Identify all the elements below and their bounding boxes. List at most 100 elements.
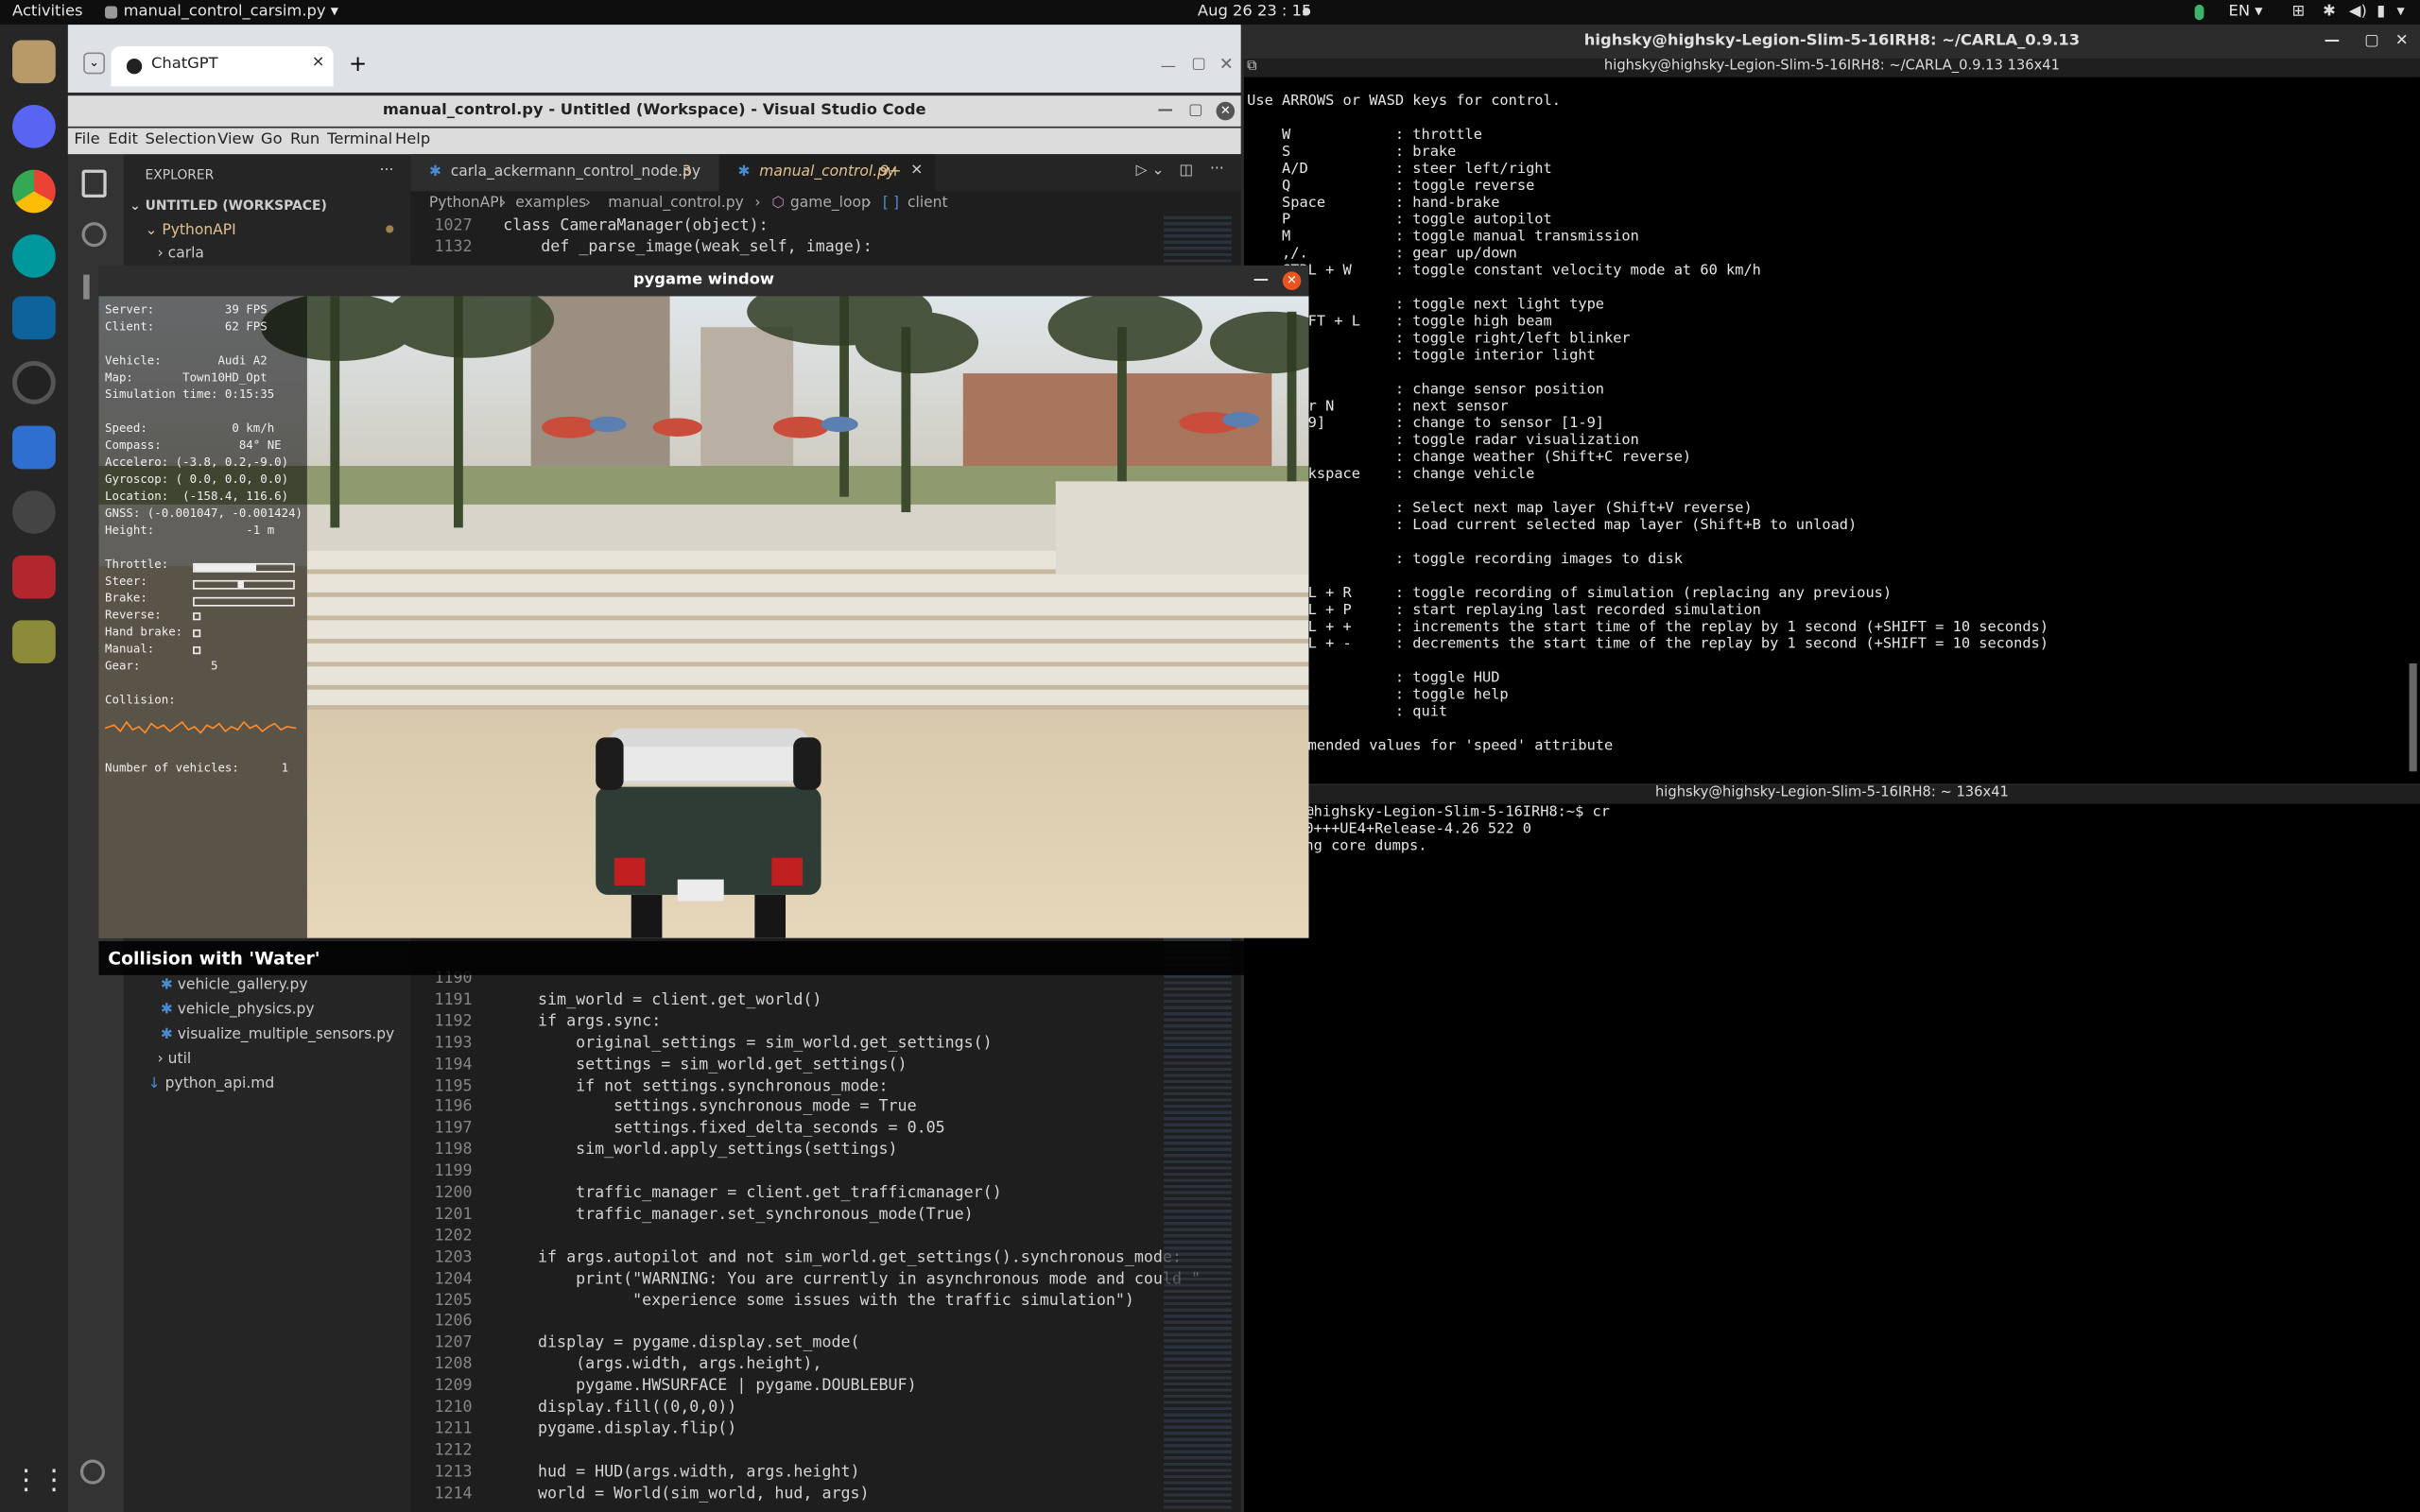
steer-marker bbox=[237, 581, 244, 589]
more-actions-icon[interactable]: ··· bbox=[1210, 161, 1224, 178]
camera-icon[interactable] bbox=[12, 361, 56, 404]
run-icon[interactable]: ▷ ⌄ bbox=[1136, 162, 1165, 179]
tab-label: carla_ackermann_control_node.py bbox=[450, 163, 701, 181]
maximize-icon[interactable]: ▢ bbox=[1191, 56, 1205, 73]
terminal-line: V/B : Select next map layer (Shift+V rev… bbox=[1247, 499, 1753, 517]
menu-selection[interactable]: Selection bbox=[145, 131, 216, 148]
file-label: vehicle_physics.py bbox=[177, 1001, 315, 1019]
line-number: 1027 bbox=[434, 217, 473, 235]
files-icon[interactable] bbox=[12, 40, 56, 84]
split-editor-icon[interactable]: ◫ bbox=[1179, 162, 1193, 179]
line-number: 1198 bbox=[434, 1142, 473, 1160]
menu-terminal[interactable]: Terminal bbox=[327, 131, 392, 148]
window-title: manual_control.py - Untitled (Workspace)… bbox=[382, 101, 926, 119]
close-icon[interactable]: ✕ bbox=[1216, 101, 1236, 121]
breadcrumb-item[interactable]: PythonAPI bbox=[429, 195, 503, 212]
language-menu[interactable]: EN ▾ bbox=[2229, 3, 2263, 20]
discord-icon[interactable] bbox=[12, 105, 56, 148]
search-icon[interactable] bbox=[81, 222, 107, 248]
minimize-icon[interactable]: — bbox=[1161, 59, 1176, 76]
explorer-icon[interactable] bbox=[81, 169, 107, 198]
show-apps-icon[interactable]: ⋮⋮ bbox=[12, 1459, 68, 1503]
code-line: if args.sync: bbox=[499, 1013, 662, 1031]
system-menu-icon[interactable]: ▾ bbox=[2397, 3, 2405, 20]
app-menu[interactable]: manual_control_carsim.py ▾ bbox=[124, 3, 338, 20]
code-lines[interactable]: 1190 1191 sim_world = client.get_world() 1… bbox=[410, 971, 1201, 1512]
terminal-pane-1-title: ⧉ highsky@highsky-Legion-Slim-5-16IRH8: … bbox=[1243, 59, 2420, 77]
folder-label: util bbox=[167, 1050, 192, 1068]
network-icon[interactable]: ⊞ bbox=[2291, 3, 2305, 20]
menu-help[interactable]: Help bbox=[395, 131, 430, 148]
vscode-icon[interactable] bbox=[12, 296, 56, 340]
terminal-line: A/D : steer left/right bbox=[1247, 160, 1552, 178]
hud-vehicle-count: Number of vehicles: 1 bbox=[105, 760, 289, 775]
breadcrumb-item[interactable]: client bbox=[908, 195, 948, 212]
minimize-icon[interactable]: — bbox=[1157, 95, 1172, 127]
workspace-header[interactable]: ⌄ UNTITLED (WORKSPACE) bbox=[130, 199, 327, 215]
close-icon[interactable]: ✕ bbox=[2395, 25, 2409, 59]
arduino-icon[interactable] bbox=[12, 234, 56, 278]
tree-readme[interactable]: ↓ python_api.md bbox=[148, 1075, 274, 1092]
breadcrumb-item[interactable]: game_loop bbox=[790, 195, 871, 212]
menu-edit[interactable]: Edit bbox=[108, 131, 138, 148]
tree-util[interactable]: › util bbox=[158, 1051, 192, 1068]
python-file-icon: ✱ bbox=[160, 1001, 178, 1019]
code-line: pygame.HWSURFACE | pygame.DOUBLEBUF) bbox=[499, 1378, 917, 1396]
python-app-icon[interactable] bbox=[12, 620, 56, 664]
text-editor-icon[interactable] bbox=[12, 425, 56, 470]
minimize-icon[interactable]: — bbox=[2325, 25, 2340, 59]
more-actions-icon[interactable]: ··· bbox=[380, 162, 394, 179]
tree-file[interactable]: ✱ vehicle_gallery.py bbox=[161, 976, 308, 993]
tree-pythonapi[interactable]: ⌄ PythonAPI bbox=[145, 222, 235, 239]
tree-file[interactable]: ✱ visualize_multiple_sensors.py bbox=[161, 1026, 394, 1043]
code-line: settings.fixed_delta_seconds = 0.05 bbox=[499, 1120, 945, 1138]
breadcrumb-item[interactable]: examples bbox=[515, 195, 586, 212]
close-icon[interactable]: ✕ bbox=[1219, 54, 1234, 74]
screenshot-icon[interactable] bbox=[12, 490, 56, 534]
tab-search-icon[interactable]: ⌄ bbox=[83, 52, 106, 75]
chatgpt-icon bbox=[126, 59, 143, 75]
dock: ⋮⋮ bbox=[0, 25, 68, 1512]
scrollbar[interactable] bbox=[2409, 663, 2417, 772]
minimize-icon[interactable]: — bbox=[1253, 266, 1269, 297]
breadcrumb-item[interactable]: manual_control.py bbox=[608, 195, 744, 212]
maximize-icon[interactable]: ▢ bbox=[2364, 25, 2378, 59]
close-icon[interactable]: ✕ bbox=[1282, 271, 1302, 290]
terminal-pane-2[interactable]: highsky@highsky-Legion-Slim-5-16IRH8:~$ … bbox=[1243, 803, 2420, 1512]
hud-collision-label: Collision: bbox=[105, 693, 176, 707]
tab-carla-ackermann[interactable]: ✱ carla_ackermann_control_node.py 3 bbox=[410, 154, 719, 192]
terminal-title-bar: highsky@highsky-Legion-Slim-5-16IRH8: ~/… bbox=[1243, 25, 2420, 60]
chrome-icon[interactable] bbox=[12, 169, 56, 214]
breadcrumb-separator: › bbox=[499, 194, 507, 212]
code-line: pygame.display.flip() bbox=[499, 1420, 737, 1438]
menu-view[interactable]: View bbox=[217, 131, 254, 148]
reverse-checkbox bbox=[193, 612, 201, 621]
tree-file[interactable]: ✱ vehicle_physics.py bbox=[161, 1002, 315, 1019]
menu-run[interactable]: Run bbox=[290, 131, 320, 148]
line-number: 1197 bbox=[434, 1120, 473, 1138]
menu-go[interactable]: Go bbox=[261, 131, 283, 148]
bluetooth-icon[interactable]: ✱ bbox=[2323, 3, 2336, 20]
activities-button[interactable]: Activities bbox=[12, 3, 82, 20]
close-tab-icon[interactable]: × bbox=[312, 54, 325, 71]
account-icon[interactable] bbox=[79, 1459, 106, 1485]
modified-dot-icon bbox=[386, 225, 394, 233]
code-line: traffic_manager.set_synchronous_mode(Tru… bbox=[499, 1206, 974, 1224]
battery-icon[interactable]: ▮ bbox=[2377, 3, 2385, 20]
new-tab-button[interactable]: + bbox=[349, 53, 367, 77]
terminal-red-icon[interactable] bbox=[12, 555, 56, 599]
close-tab-icon[interactable]: ✕ bbox=[910, 162, 923, 179]
maximize-icon[interactable]: ▢ bbox=[1188, 95, 1202, 127]
menu-file[interactable]: File bbox=[74, 131, 99, 148]
tab-manual-control[interactable]: ✱ manual_control.py 9+ ✕ bbox=[718, 154, 936, 192]
python-file-icon: ✱ bbox=[737, 163, 751, 181]
tree-carla[interactable]: › carla bbox=[158, 246, 204, 263]
hud-sim-time: Simulation time: 0:15:35 bbox=[105, 387, 275, 402]
code-line: traffic_manager = client.get_trafficmana… bbox=[499, 1184, 1002, 1202]
source-control-icon[interactable] bbox=[83, 274, 90, 300]
chrome-tab[interactable]: ChatGPT × bbox=[111, 45, 334, 87]
volume-icon[interactable]: ◀) bbox=[2349, 3, 2367, 20]
terminal-line: Space : hand-brake bbox=[1247, 194, 1500, 212]
clock[interactable]: Aug 26 23 : 15 bbox=[1198, 3, 1311, 20]
split-icon[interactable]: ⧉ bbox=[1247, 59, 1257, 74]
